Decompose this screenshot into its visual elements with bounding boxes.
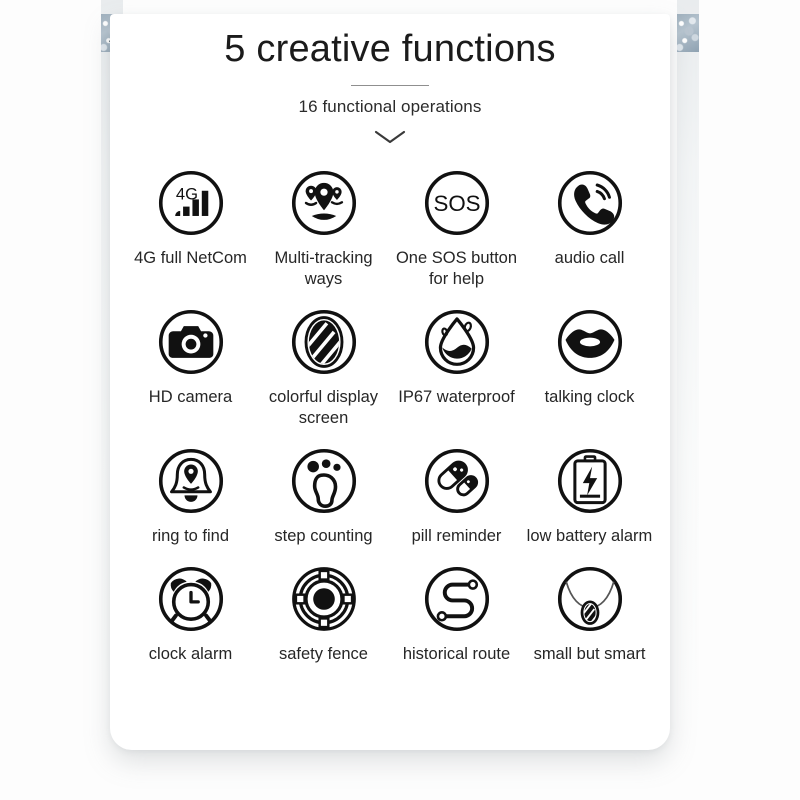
feature-label: clock alarm [148, 645, 233, 664]
footprint-icon [291, 449, 356, 514]
feature-grid: 4G 4G full NetCom Multi-tracking ways SO… [110, 157, 670, 666]
feature-label: talking clock [544, 387, 635, 406]
feature-label: safety fence [279, 645, 368, 664]
necklace-pendant-icon [557, 567, 622, 632]
feature-item-step-counting[interactable]: step counting [257, 435, 390, 547]
feature-item-waterproof[interactable]: IP67 waterproof [390, 296, 523, 429]
bell-pin-icon [158, 449, 223, 514]
chevron-down-icon [374, 130, 406, 143]
title-divider [351, 84, 429, 86]
feature-card: 5 creative functions 16 functional opera… [110, 14, 670, 750]
poster-canvas: 5 creative functions 16 functional opera… [0, 0, 800, 800]
feature-item-multi-tracking[interactable]: Multi-tracking ways [257, 157, 390, 290]
page-subtitle: 16 functional operations [298, 96, 482, 116]
route-path-icon [424, 567, 489, 632]
feature-label: audio call [554, 248, 625, 267]
feature-item-4g[interactable]: 4G 4G full NetCom [124, 157, 257, 290]
feature-item-talking-clock[interactable]: talking clock [523, 296, 656, 429]
svg-text:SOS: SOS [433, 191, 480, 216]
feature-item-safety-fence[interactable]: safety fence [257, 553, 390, 665]
feature-label: small but smart [533, 645, 646, 664]
feature-item-display[interactable]: colorful display screen [257, 296, 390, 429]
feature-item-small-but-smart[interactable]: small but smart [523, 553, 656, 665]
feature-item-historical-route[interactable]: historical route [390, 553, 523, 665]
feature-label: HD camera [148, 387, 233, 406]
feature-item-hd-camera[interactable]: HD camera [124, 296, 257, 429]
battery-bolt-icon [557, 449, 622, 514]
right-rail [677, 0, 699, 760]
signal-4g-icon: 4G [158, 170, 223, 235]
sos-icon: SOS [424, 170, 489, 235]
pills-icon [424, 449, 489, 514]
feature-label: pill reminder [411, 527, 502, 546]
feature-item-ring-to-find[interactable]: ring to find [124, 435, 257, 547]
alarm-clock-icon [158, 567, 223, 632]
feature-item-low-battery[interactable]: low battery alarm [523, 435, 656, 547]
map-pins-icon [291, 170, 356, 235]
lips-icon [557, 309, 622, 374]
card-header: 5 creative functions 16 functional opera… [110, 14, 670, 145]
feature-label: One SOS button for help [395, 248, 518, 288]
feature-label: historical route [402, 645, 511, 664]
feature-item-pill-reminder[interactable]: pill reminder [390, 435, 523, 547]
camera-icon [158, 309, 223, 374]
safety-fence-icon [291, 567, 356, 632]
feature-label: low battery alarm [526, 527, 653, 546]
right-rail-texture-cap [677, 14, 699, 52]
feature-label: Multi-tracking ways [274, 248, 373, 288]
page-title: 5 creative functions [224, 28, 556, 70]
feature-item-sos[interactable]: SOS One SOS button for help [390, 157, 523, 290]
feature-item-audio-call[interactable]: audio call [523, 157, 656, 290]
phone-call-icon [557, 170, 622, 235]
feature-label: 4G full NetCom [134, 248, 247, 267]
feature-label: ring to find [151, 527, 230, 546]
water-drop-icon [424, 309, 489, 374]
display-oval-icon [291, 309, 356, 374]
feature-label: step counting [274, 527, 373, 546]
feature-item-clock-alarm[interactable]: clock alarm [124, 553, 257, 665]
feature-label: IP67 waterproof [398, 387, 515, 406]
feature-label: colorful display screen [268, 387, 379, 428]
